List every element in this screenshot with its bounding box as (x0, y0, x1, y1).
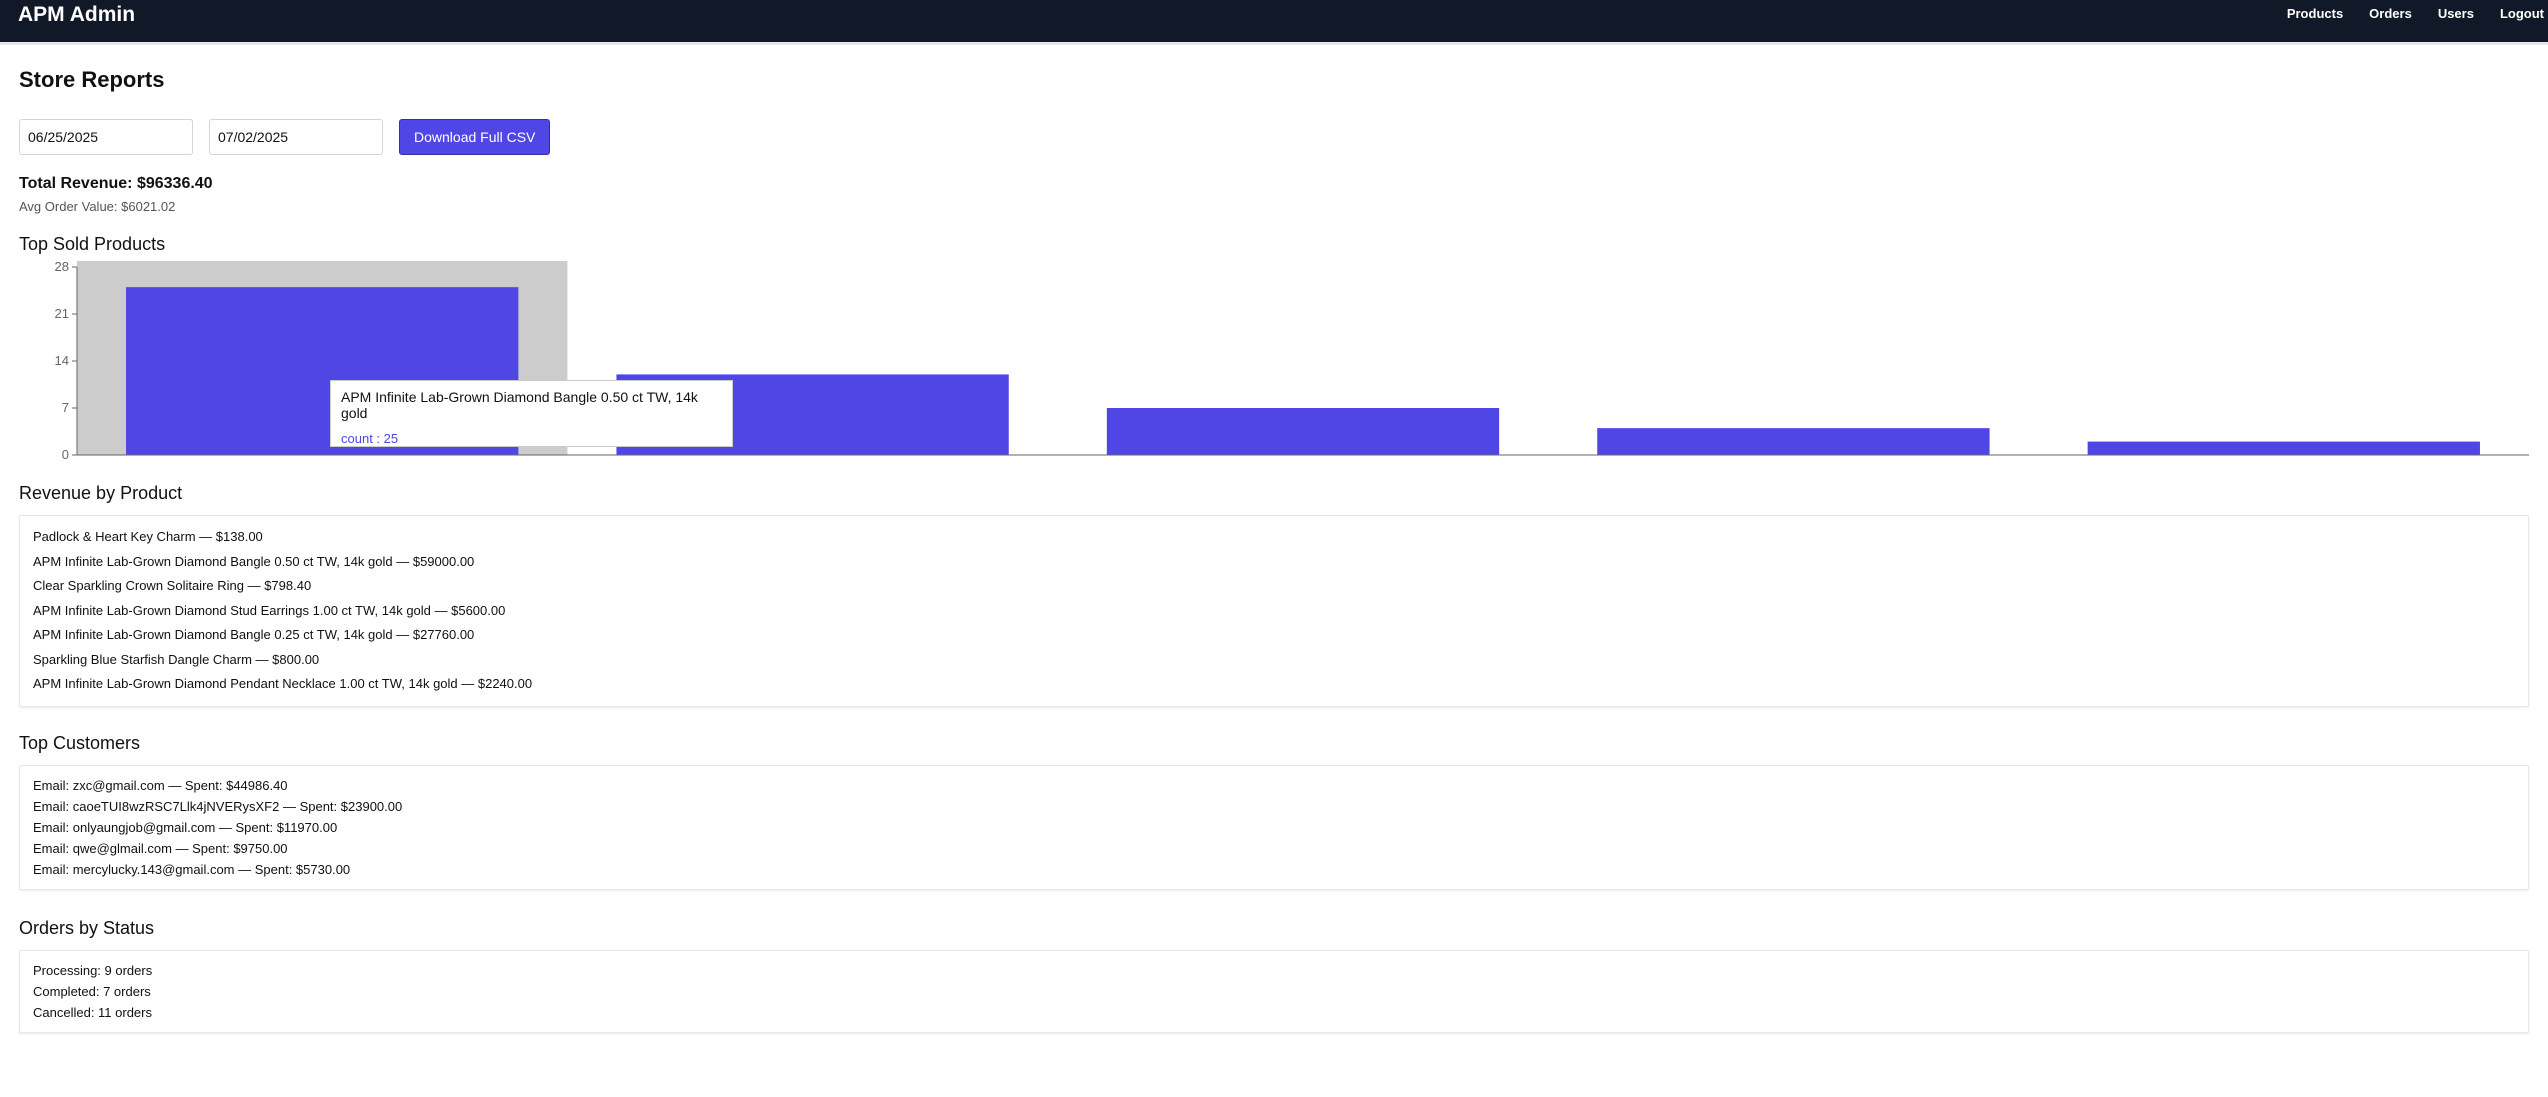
y-tick-label: 14 (55, 353, 69, 368)
list-item: Email: mercylucky.143@gmail.com — Spent:… (33, 861, 351, 877)
nav-links: Products Orders Users Logout (2261, 6, 2544, 21)
list-item: Completed: 7 orders (33, 983, 151, 999)
y-tick-label: 0 (62, 447, 69, 462)
nav-logout[interactable]: Logout (2500, 6, 2544, 21)
chart-bar[interactable] (1597, 428, 1990, 455)
header-divider (0, 42, 2548, 45)
chart-bar[interactable] (1106, 408, 1500, 455)
nav-orders[interactable]: Orders (2369, 6, 2412, 21)
page-title: Store Reports (19, 67, 165, 92)
list-item: Padlock & Heart Key Charm — $138.00 (33, 529, 263, 544)
y-tick-label: 28 (55, 259, 69, 274)
tooltip-product-name: APM Infinite Lab-Grown Diamond Bangle 0.… (341, 389, 698, 421)
list-item: Email: onlyaungjob@gmail.com — Spent: $1… (33, 819, 338, 835)
report-controls: Download Full CSV (19, 119, 2529, 155)
list-item: Processing: 9 orders (33, 962, 153, 978)
avg-order-value: Avg Order Value: $6021.02 (19, 199, 176, 214)
chart-tooltip: APM Infinite Lab-Grown Diamond Bangle 0.… (330, 380, 733, 447)
list-item: APM Infinite Lab-Grown Diamond Bangle 0.… (33, 553, 475, 569)
list-item: APM Infinite Lab-Grown Diamond Bangle 0.… (33, 627, 475, 642)
list-item: Clear Sparkling Crown Solitaire Ring — $… (33, 578, 312, 593)
download-csv-button[interactable]: Download Full CSV (399, 119, 551, 155)
orders-by-status-title: Orders by Status (19, 917, 155, 938)
brand-logo[interactable]: APM Admin (18, 3, 135, 27)
end-date-input[interactable] (209, 119, 383, 155)
orders-by-status-card: Processing: 9 orders Completed: 7 orders… (19, 949, 2529, 1033)
top-sold-title: Top Sold Products (19, 234, 166, 254)
revenue-by-product-card: Padlock & Heart Key Charm — $138.00 APM … (19, 515, 2529, 707)
list-item: Sparkling Blue Starfish Dangle Charm — $… (33, 651, 320, 667)
top-customers-title: Top Customers (19, 732, 141, 753)
top-sold-chart: 0 7 14 21 28 APM Infinite Lab-Grown Diamond … (19, 255, 2529, 470)
chart-bar[interactable] (2087, 441, 2480, 455)
start-date-input[interactable] (19, 119, 193, 155)
y-tick-label: 21 (55, 306, 69, 321)
list-item: APM Infinite Lab-Grown Diamond Stud Earr… (33, 602, 506, 618)
nav-products[interactable]: Products (2287, 6, 2343, 21)
revenue-by-product-title: Revenue by Product (19, 483, 183, 503)
list-item: Email: qwe@glmail.com — Spent: $9750.00 (33, 840, 288, 856)
top-customers-card: Email: zxc@gmail.com — Spent: $44986.40 … (19, 764, 2529, 890)
list-item: Email: caoeTUI8wzRSC7Llk4jNVERysXF2 — Sp… (33, 798, 403, 814)
top-navbar: APM Admin Products Orders Users Logout (0, 0, 2548, 42)
list-item: Cancelled: 11 orders (33, 1004, 152, 1020)
y-tick-label: 7 (62, 400, 69, 415)
list-item: Email: zxc@gmail.com — Spent: $44986.40 (33, 777, 288, 793)
reports-main: Store Reports Download Full CSV Total Re… (0, 67, 2548, 1033)
tooltip-count: count : 25 (341, 431, 399, 446)
nav-users[interactable]: Users (2438, 6, 2474, 21)
list-item: APM Infinite Lab-Grown Diamond Pendant N… (33, 676, 533, 691)
total-revenue: Total Revenue: $96336.40 (19, 175, 213, 192)
